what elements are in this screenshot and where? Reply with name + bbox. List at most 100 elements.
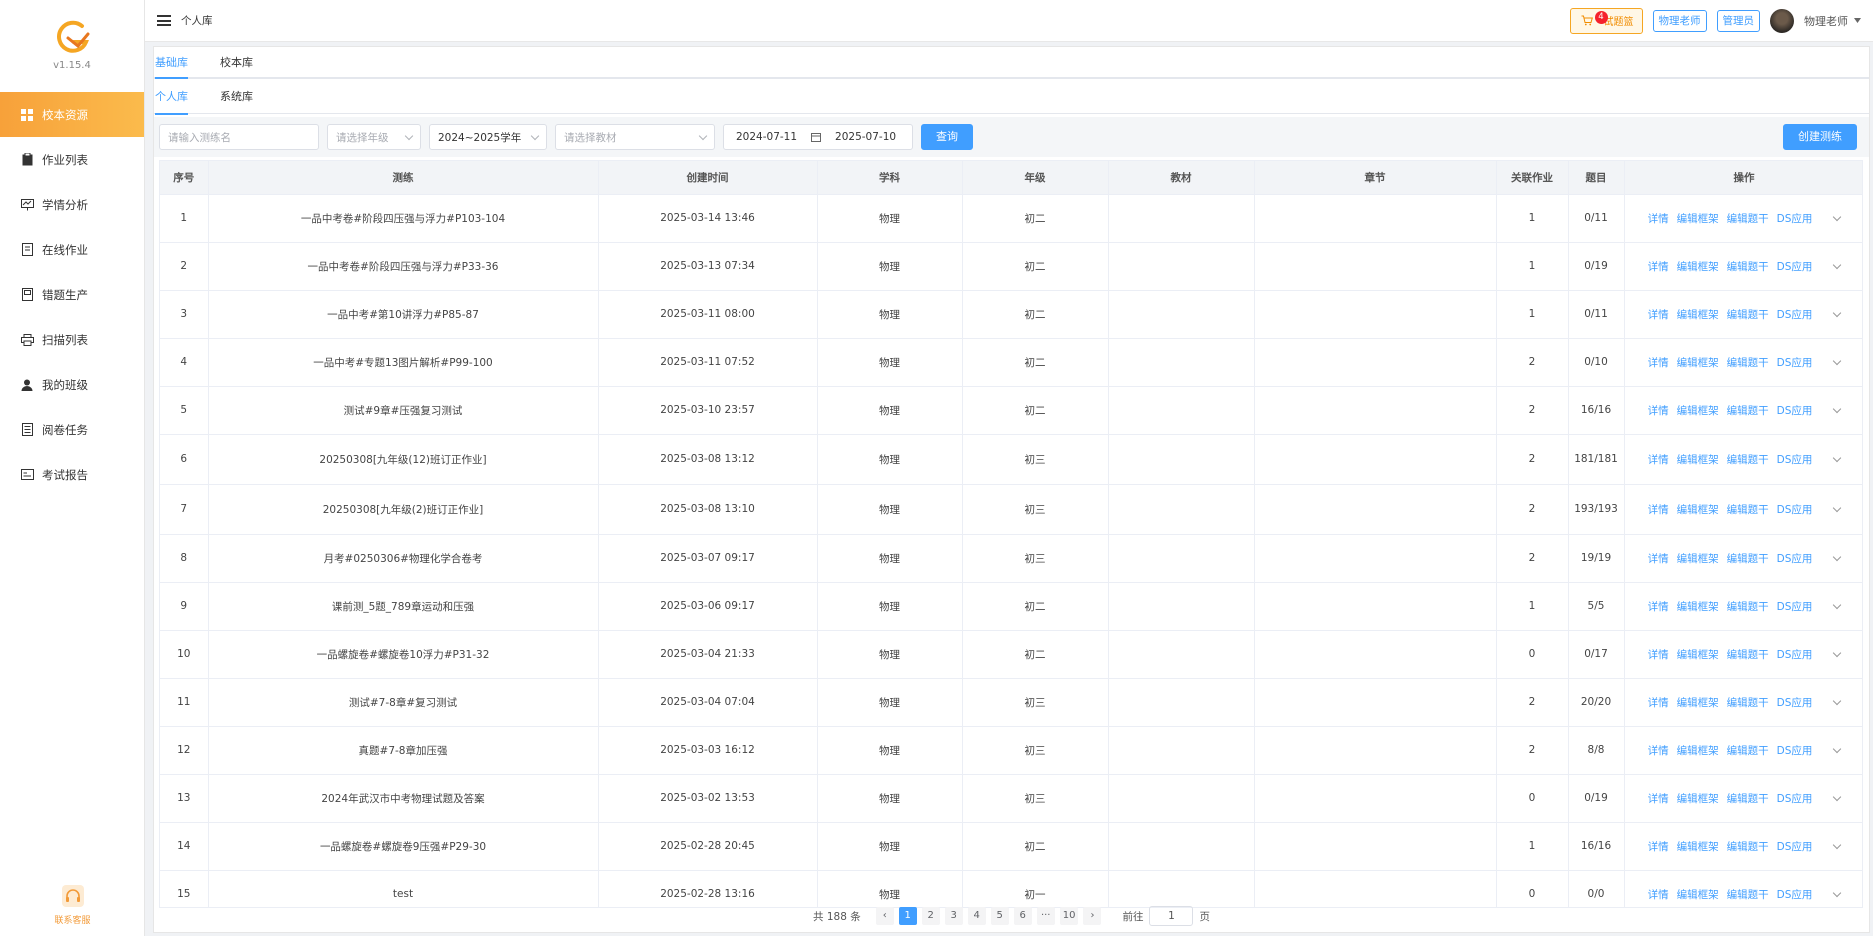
page-button[interactable]: 3 <box>944 907 963 925</box>
row-action-link[interactable]: 详情 <box>1648 211 1669 226</box>
textbook-select[interactable]: 请选择教材 <box>555 124 715 150</box>
row-action-link[interactable]: 编辑题干 <box>1727 452 1769 467</box>
row-action-link[interactable]: 编辑题干 <box>1727 502 1769 517</box>
avatar[interactable] <box>1770 8 1794 33</box>
row-action-link[interactable]: 详情 <box>1648 403 1669 418</box>
row-action-link[interactable]: 编辑框架 <box>1677 307 1719 322</box>
page-button[interactable]: 6 <box>1013 907 1032 925</box>
row-action-link[interactable]: 编辑框架 <box>1677 355 1719 370</box>
row-action-link[interactable]: 编辑题干 <box>1727 355 1769 370</box>
page-button[interactable]: 10 <box>1059 907 1079 925</box>
query-button[interactable]: 查询 <box>921 124 973 150</box>
chevron-down-icon[interactable] <box>1833 552 1842 561</box>
row-action-link[interactable]: 编辑框架 <box>1677 599 1719 614</box>
row-action-link[interactable]: 编辑框架 <box>1677 259 1719 274</box>
row-action-link[interactable]: 编辑框架 <box>1677 452 1719 467</box>
row-action-link[interactable]: DS应用 <box>1777 452 1813 467</box>
row-action-link[interactable]: 详情 <box>1648 599 1669 614</box>
row-action-link[interactable]: 编辑题干 <box>1727 887 1769 902</box>
tab-basic-library[interactable]: 基础库 <box>155 47 188 79</box>
row-action-link[interactable]: DS应用 <box>1777 259 1813 274</box>
page-button[interactable]: 4 <box>967 907 986 925</box>
tab-system-library[interactable]: 系统库 <box>220 81 253 113</box>
row-action-link[interactable]: DS应用 <box>1777 647 1813 662</box>
row-action-link[interactable]: 详情 <box>1648 647 1669 662</box>
row-action-link[interactable]: 编辑框架 <box>1677 502 1719 517</box>
row-action-link[interactable]: 编辑题干 <box>1727 403 1769 418</box>
row-action-link[interactable]: 编辑框架 <box>1677 695 1719 710</box>
sidebar-item-0[interactable]: 校本资源 <box>0 92 144 137</box>
page-button[interactable]: 5 <box>990 907 1009 925</box>
row-action-link[interactable]: 详情 <box>1648 355 1669 370</box>
user-menu[interactable]: 物理老师 <box>1804 13 1861 29</box>
role-teacher-button[interactable]: 物理老师 <box>1652 9 1707 32</box>
row-action-link[interactable]: 编辑框架 <box>1677 743 1719 758</box>
row-action-link[interactable]: DS应用 <box>1777 211 1813 226</box>
row-action-link[interactable]: 编辑题干 <box>1727 695 1769 710</box>
row-action-link[interactable]: DS应用 <box>1777 307 1813 322</box>
chevron-down-icon[interactable] <box>1833 840 1842 849</box>
row-action-link[interactable]: 编辑框架 <box>1677 403 1719 418</box>
row-action-link[interactable]: 编辑题干 <box>1727 839 1769 854</box>
row-action-link[interactable]: DS应用 <box>1777 551 1813 566</box>
row-action-link[interactable]: 编辑框架 <box>1677 839 1719 854</box>
grade-select[interactable]: 请选择年级 <box>327 124 421 150</box>
row-action-link[interactable]: DS应用 <box>1777 695 1813 710</box>
row-action-link[interactable]: 编辑题干 <box>1727 647 1769 662</box>
school-year-select[interactable]: 2024~2025学年 <box>429 124 547 150</box>
sidebar-item-8[interactable]: 考试报告 <box>0 452 144 497</box>
chevron-down-icon[interactable] <box>1833 744 1842 753</box>
exercise-name-input[interactable]: 请输入测练名 <box>159 124 319 150</box>
next-page-icon[interactable]: › <box>1083 907 1102 925</box>
sidebar-item-6[interactable]: 我的班级 <box>0 362 144 407</box>
row-action-link[interactable]: DS应用 <box>1777 355 1813 370</box>
row-action-link[interactable]: 详情 <box>1648 502 1669 517</box>
row-action-link[interactable]: 详情 <box>1648 259 1669 274</box>
row-action-link[interactable]: 详情 <box>1648 551 1669 566</box>
row-action-link[interactable]: 编辑框架 <box>1677 211 1719 226</box>
row-action-link[interactable]: 编辑题干 <box>1727 259 1769 274</box>
row-action-link[interactable]: 详情 <box>1648 791 1669 806</box>
prev-page-icon[interactable]: ‹ <box>875 907 894 925</box>
sidebar-item-7[interactable]: 阅卷任务 <box>0 407 144 452</box>
question-basket-button[interactable]: 4 试题篮 <box>1569 7 1643 34</box>
sidebar-item-5[interactable]: 扫描列表 <box>0 317 144 362</box>
row-action-link[interactable]: 详情 <box>1648 695 1669 710</box>
chevron-down-icon[interactable] <box>1833 696 1842 705</box>
create-exercise-button[interactable]: 创建测练 <box>1783 124 1857 150</box>
row-action-link[interactable]: 详情 <box>1648 743 1669 758</box>
date-range-picker[interactable]: 2024-07-11 2025-07-10 <box>723 124 913 150</box>
chevron-down-icon[interactable] <box>1833 260 1842 269</box>
row-action-link[interactable]: 详情 <box>1648 839 1669 854</box>
support-link[interactable]: 联系客服 <box>0 885 145 926</box>
row-action-link[interactable]: 详情 <box>1648 307 1669 322</box>
chevron-down-icon[interactable] <box>1833 212 1842 221</box>
chevron-down-icon[interactable] <box>1833 648 1842 657</box>
row-action-link[interactable]: DS应用 <box>1777 839 1813 854</box>
row-action-link[interactable]: DS应用 <box>1777 502 1813 517</box>
row-action-link[interactable]: DS应用 <box>1777 403 1813 418</box>
row-action-link[interactable]: 编辑框架 <box>1677 791 1719 806</box>
menu-toggle-icon[interactable] <box>157 15 171 26</box>
row-action-link[interactable]: DS应用 <box>1777 743 1813 758</box>
tab-personal-library[interactable]: 个人库 <box>155 81 188 115</box>
chevron-down-icon[interactable] <box>1833 453 1842 462</box>
row-action-link[interactable]: 详情 <box>1648 452 1669 467</box>
row-action-link[interactable]: 编辑题干 <box>1727 743 1769 758</box>
chevron-down-icon[interactable] <box>1833 888 1842 897</box>
row-action-link[interactable]: DS应用 <box>1777 887 1813 902</box>
sidebar-item-2[interactable]: 学情分析 <box>0 182 144 227</box>
row-action-link[interactable]: 编辑题干 <box>1727 791 1769 806</box>
row-action-link[interactable]: 编辑题干 <box>1727 599 1769 614</box>
page-button[interactable]: ··· <box>1036 907 1055 925</box>
page-button[interactable]: 2 <box>921 907 940 925</box>
row-action-link[interactable]: 编辑框架 <box>1677 647 1719 662</box>
chevron-down-icon[interactable] <box>1833 356 1842 365</box>
sidebar-item-1[interactable]: 作业列表 <box>0 137 144 182</box>
page-button[interactable]: 1 <box>898 907 917 925</box>
sidebar-item-3[interactable]: 在线作业 <box>0 227 144 272</box>
goto-page-input[interactable]: 1 <box>1149 906 1194 926</box>
row-action-link[interactable]: 编辑题干 <box>1727 551 1769 566</box>
row-action-link[interactable]: 编辑题干 <box>1727 211 1769 226</box>
row-action-link[interactable]: 详情 <box>1648 887 1669 902</box>
